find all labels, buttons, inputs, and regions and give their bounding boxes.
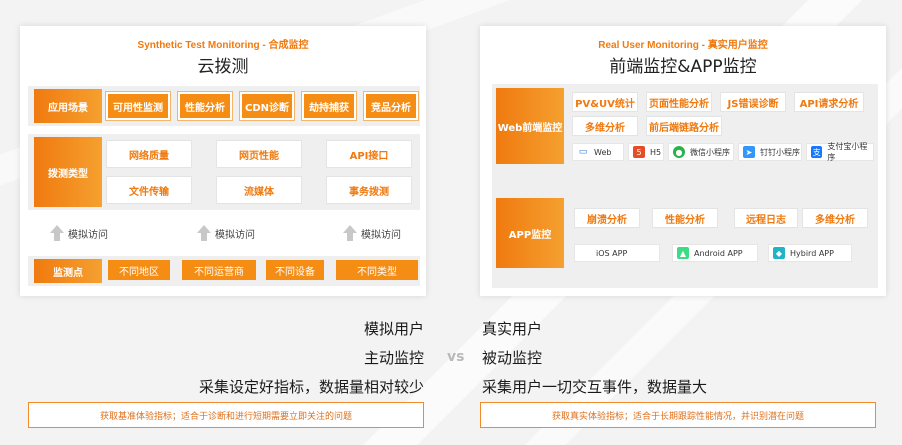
scenario-chip: 性能分析 bbox=[178, 92, 232, 120]
platform-tag-label: 钉钉小程序 bbox=[760, 147, 800, 157]
monitor-point-label: 监测点 bbox=[34, 259, 102, 283]
scenario-chip: 可用性监测 bbox=[106, 92, 170, 120]
alipay-icon: 支 bbox=[811, 146, 823, 158]
compare-right-line: 被动监控 bbox=[482, 349, 543, 367]
monitor-point-chip: 不同地区 bbox=[108, 260, 170, 280]
compare-left-line: 主动监控 bbox=[363, 349, 424, 367]
platform-tag-label: H5 bbox=[650, 147, 662, 157]
left-title: 云拨测 bbox=[197, 57, 249, 77]
android-icon: ▲ bbox=[677, 247, 689, 259]
platform-tag: 5 H5 bbox=[628, 143, 664, 161]
app-feature-chip: 崩溃分析 bbox=[574, 208, 640, 228]
vs-label: vs bbox=[447, 349, 465, 365]
monitor-icon: ▭ bbox=[578, 147, 588, 157]
scenario-chip: CDN诊断 bbox=[240, 92, 294, 120]
real-user-monitoring-panel: Real User Monitoring - 真实用户监控 前端监控&APP监控… bbox=[480, 26, 886, 296]
html5-icon: 5 bbox=[633, 146, 645, 158]
simulate-access: 模拟访问 bbox=[343, 225, 401, 241]
platform-tag: ▲ Android APP bbox=[672, 244, 758, 262]
probe-type-chip: API接口 bbox=[326, 140, 412, 168]
platform-tag-label: 支付宝小程序 bbox=[827, 142, 868, 162]
right-subtitle: Real User Monitoring - 真实用户监控 bbox=[598, 40, 768, 51]
simulate-access-label: 模拟访问 bbox=[215, 229, 255, 241]
compare-right-line: 真实用户 bbox=[482, 320, 543, 338]
simulate-access: 模拟访问 bbox=[197, 225, 255, 241]
right-note: 获取真实体验指标；适合于长期跟踪性能情况，并识别潜在问题 bbox=[480, 402, 876, 428]
platform-tag-label: Hybird APP bbox=[790, 248, 834, 258]
probe-type-chip: 网页性能 bbox=[216, 140, 302, 168]
wechat-icon: ● bbox=[673, 146, 685, 158]
platform-tag: ● 微信小程序 bbox=[668, 143, 734, 161]
compare-left-line: 采集设定好指标，数据量相对较少 bbox=[198, 378, 424, 396]
web-feature-chip: API请求分析 bbox=[794, 92, 864, 112]
monitor-point-chip: 不同设备 bbox=[266, 260, 324, 280]
platform-tag: ▭ Web bbox=[572, 143, 624, 161]
web-feature-chip: 页面性能分析 bbox=[646, 92, 712, 112]
simulate-access-label: 模拟访问 bbox=[361, 229, 401, 241]
right-title: 前端监控&APP监控 bbox=[609, 57, 757, 77]
synthetic-monitoring-panel: Synthetic Test Monitoring - 合成监控 云拨测 应用场… bbox=[20, 26, 426, 296]
platform-tag-label: 微信小程序 bbox=[690, 147, 730, 157]
scenario-label: 应用场景 bbox=[34, 89, 102, 123]
apple-icon bbox=[579, 247, 591, 259]
simulate-access-label: 模拟访问 bbox=[68, 229, 108, 241]
left-subtitle: Synthetic Test Monitoring - 合成监控 bbox=[137, 40, 309, 51]
left-note: 获取基准体验指标；适合于诊断和进行短期需要立即关注的问题 bbox=[28, 402, 424, 428]
probe-type-chip: 文件传输 bbox=[106, 176, 192, 204]
compare-right-line: 采集用户一切交互事件，数据量大 bbox=[482, 378, 708, 396]
up-arrow-icon bbox=[343, 225, 357, 241]
compare-left-line: 模拟用户 bbox=[363, 320, 424, 338]
app-monitoring-label: APP监控 bbox=[496, 198, 564, 268]
platform-tag: ➤ 钉钉小程序 bbox=[738, 143, 802, 161]
web-feature-chip: 多维分析 bbox=[572, 116, 638, 136]
app-feature-chip: 性能分析 bbox=[652, 208, 718, 228]
probe-type-chip: 流媒体 bbox=[216, 176, 302, 204]
platform-tag: iOS APP bbox=[574, 244, 660, 262]
dingtalk-icon: ➤ bbox=[743, 146, 755, 158]
app-feature-chip: 远程日志 bbox=[734, 208, 798, 228]
web-feature-chip: 前后端链路分析 bbox=[646, 116, 722, 136]
simulate-access: 模拟访问 bbox=[50, 225, 108, 241]
web-feature-chip: PV&UV统计 bbox=[572, 92, 638, 112]
probe-type-chip: 网络质量 bbox=[106, 140, 192, 168]
platform-tag-label: Web bbox=[594, 147, 612, 157]
scenario-chip: 竞品分析 bbox=[364, 92, 418, 120]
probe-type-chip: 事务拨测 bbox=[326, 176, 412, 204]
web-monitoring-label: Web前端监控 bbox=[496, 88, 564, 164]
probe-type-label: 拨测类型 bbox=[34, 137, 102, 207]
monitor-point-chip: 不同类型 bbox=[336, 260, 418, 280]
monitor-point-chip: 不同运营商 bbox=[182, 260, 256, 280]
platform-tag-label: iOS APP bbox=[596, 248, 628, 258]
scenario-chip: 劫持捕获 bbox=[302, 92, 356, 120]
platform-tag-label: Android APP bbox=[694, 248, 743, 258]
hybrid-icon: ◆ bbox=[773, 247, 785, 259]
platform-tag: 支 支付宝小程序 bbox=[806, 142, 874, 162]
web-feature-chip: JS错误诊断 bbox=[720, 92, 786, 112]
platform-tag: ◆ Hybird APP bbox=[768, 244, 852, 262]
up-arrow-icon bbox=[197, 225, 211, 241]
app-feature-chip: 多维分析 bbox=[802, 208, 868, 228]
up-arrow-icon bbox=[50, 225, 64, 241]
